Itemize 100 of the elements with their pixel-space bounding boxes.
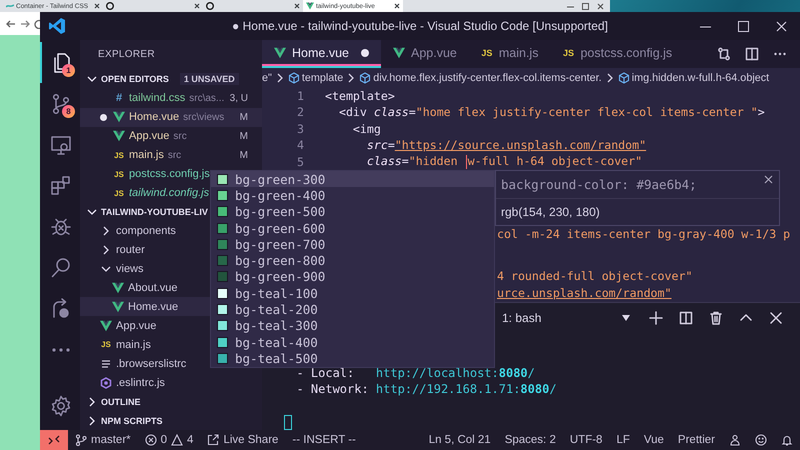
suggestion-item[interactable]: bg-green-700 — [211, 236, 494, 252]
section-header[interactable]: OUTLINE — [80, 392, 262, 412]
status-item[interactable]: Ln 5, Col 21 — [422, 430, 498, 450]
maximize-icon[interactable] — [582, 2, 589, 10]
remote-button[interactable] — [40, 430, 68, 450]
v-logo-icon — [113, 111, 125, 124]
git-status: M — [240, 130, 249, 142]
suggestion-item[interactable]: bg-green-300 — [211, 171, 494, 188]
suggestion-item[interactable]: bg-green-800 — [211, 252, 494, 269]
folder-name: views — [116, 262, 144, 275]
suggestion-item[interactable]: bg-teal-500 — [211, 350, 494, 367]
css-file-icon: # — [113, 92, 125, 104]
open-editor-item[interactable]: # tailwind.css src\as... 3, U — [80, 88, 262, 108]
breadcrumb-item[interactable]: div.home.flex.justify-center.flex-col.items-center. — [373, 72, 602, 84]
folder-name: router — [116, 244, 145, 256]
file-name: postcss.config.js — [129, 168, 210, 180]
suggestion-item[interactable]: bg-green-900 — [211, 268, 494, 286]
open-editor-item[interactable]: JS main.js src M — [80, 146, 262, 165]
code-line: urce.unsplash.com/random" — [497, 286, 672, 300]
close-icon[interactable] — [94, 3, 100, 9]
close-icon[interactable] — [194, 3, 200, 9]
plus-icon — [649, 311, 663, 325]
close-icon[interactable] — [394, 3, 400, 9]
js-file-icon: JS — [480, 48, 493, 58]
maximize-icon — [738, 20, 748, 32]
v-logo-icon — [113, 130, 125, 142]
editor-tab[interactable]: JS postcss.config.js — [550, 40, 684, 68]
close-icon — [776, 20, 786, 32]
line-number: 1 — [296, 89, 304, 103]
file-path: src — [168, 150, 182, 161]
sidebar-title: EXPLORER — [97, 48, 156, 62]
count-badge: 1 — [62, 64, 75, 77]
unsaved-count: 1 UNSAVED — [180, 73, 239, 86]
color-value: rgb(154, 230, 180) — [500, 204, 601, 221]
file-name: tailwind.css — [129, 92, 186, 104]
person-icon — [729, 434, 741, 446]
code-line: class="hidden w-full h-64 object-cover" — [366, 154, 642, 169]
window-title: ● Home.vue - tailwind-youtube-live - Visual Studio Code [Unsupported] — [232, 19, 608, 33]
breadcrumb-item[interactable]: template — [302, 72, 344, 84]
close-icon[interactable] — [294, 3, 300, 9]
breadcrumb-item[interactable]: img.hidden.w-full.h-64.object — [632, 72, 770, 84]
section-header[interactable]: NPM SCRIPTS — [80, 411, 262, 430]
open-editor-item[interactable]: Home.vue src\views M — [80, 108, 262, 127]
js-file-icon: JS — [100, 340, 112, 350]
problems-button[interactable]: 0 4 — [138, 430, 200, 450]
status-item[interactable]: -- INSERT -- — [285, 430, 363, 450]
close-icon[interactable] — [597, 2, 604, 10]
breadcrumb-item[interactable]: e" — [262, 72, 272, 84]
branch-icon — [75, 434, 87, 446]
line-number: 2 — [296, 105, 304, 120]
editor-tab[interactable]: App.vue — [380, 40, 469, 68]
editor-tab[interactable]: JS main.js — [468, 40, 550, 68]
close-icon — [769, 311, 783, 325]
code-line: col -m-24 items-center bg-gray-400 w-1/3 p — [497, 226, 790, 241]
branch-button[interactable]: master* — [68, 430, 138, 450]
file-path: src — [173, 130, 187, 142]
code-line: <template> — [325, 89, 395, 103]
file-name: About.vue — [128, 282, 178, 294]
status-item[interactable]: Vue — [636, 430, 671, 450]
js-file-icon: JS — [113, 150, 125, 160]
file-path: src\views — [183, 112, 224, 123]
css-declaration: background-color: #9ae6b4; — [496, 171, 779, 199]
line-number: 4 — [296, 138, 304, 152]
file-item[interactable]: .eslintrc.js — [80, 373, 262, 392]
editor-tab[interactable]: Home.vue — [262, 40, 381, 68]
status-item[interactable]: Spaces: 2 — [498, 430, 563, 450]
source-control-button[interactable]: 8 — [40, 83, 80, 124]
suggestion-item[interactable]: bg-green-400 — [211, 187, 494, 204]
v-logo-icon — [112, 282, 124, 294]
lines-icon — [100, 358, 112, 370]
suggestion-item[interactable]: bg-green-600 — [211, 220, 494, 236]
code-line: src="https://source.unsplash.com/random" — [366, 138, 646, 152]
back-arrow-icon[interactable] — [6, 18, 16, 28]
wave-icon — [6, 2, 14, 10]
cube-icon — [618, 72, 630, 84]
terminal-line: - Local: http://localhost:8080/ — [295, 366, 536, 382]
code-line: <div class="home flex justify-center flex-col items-center "> — [338, 105, 765, 120]
suggestion-item[interactable]: bg-teal-300 — [211, 318, 494, 334]
js-file-icon: JS — [113, 188, 125, 198]
open-editor-item[interactable]: App.vue src M — [80, 126, 262, 146]
cube-icon — [359, 72, 372, 84]
forward-arrow-icon[interactable] — [20, 18, 30, 28]
status-item[interactable]: UTF-8 — [562, 430, 610, 450]
status-item[interactable]: LF — [609, 430, 637, 450]
split-icon — [745, 46, 759, 61]
close-icon[interactable] — [764, 175, 773, 184]
settings-icon — [49, 394, 73, 418]
terminal-selector[interactable]: 1: bash — [502, 311, 638, 325]
suggestion-item[interactable]: bg-teal-400 — [211, 334, 494, 350]
v-logo-icon — [392, 46, 405, 59]
file-name: main.js — [116, 338, 151, 351]
status-item[interactable]: Prettier — [670, 430, 722, 450]
terminal-cursor — [284, 415, 292, 430]
terminal-line: - Network: http://192.168.1.71:8080/ — [295, 382, 558, 398]
live-share-button[interactable]: Live Share — [200, 430, 286, 450]
code-line: 4 rounded-full object-cover" — [497, 269, 692, 284]
suggestion-item[interactable]: bg-green-500 — [211, 204, 494, 220]
section-header[interactable]: OPEN EDITORS 1 UNSAVED — [80, 70, 262, 89]
vs-logo-icon — [48, 17, 66, 35]
file-name: tailwind.config.js — [129, 187, 210, 200]
